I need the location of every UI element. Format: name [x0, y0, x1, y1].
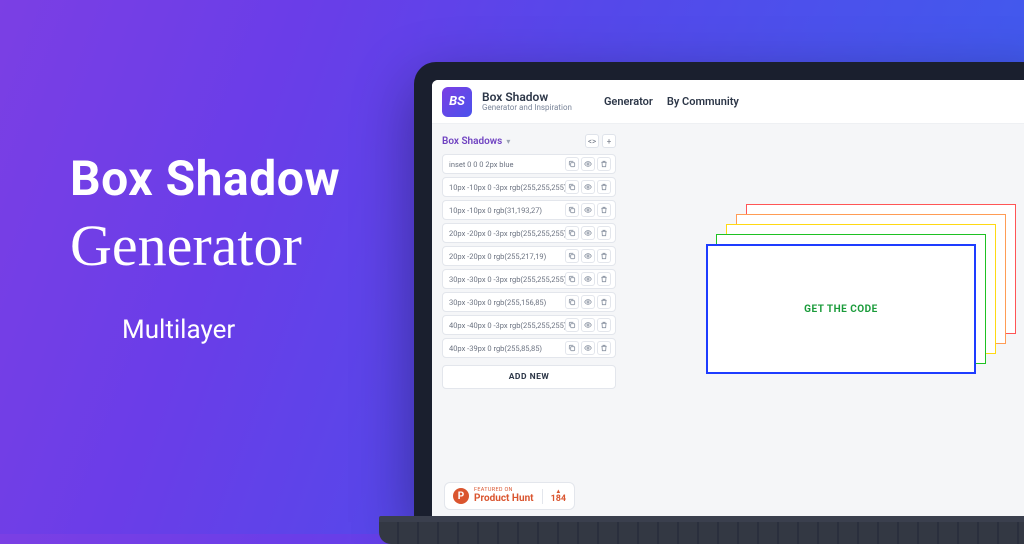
- shadow-value: 40px -40px 0 -3px rgb(255,255,255): [449, 321, 565, 330]
- copy-icon[interactable]: [565, 157, 579, 171]
- shadow-row[interactable]: 30px -30px 0 -3px rgb(255,255,255): [442, 269, 616, 289]
- eye-icon[interactable]: [581, 180, 595, 194]
- trash-icon[interactable]: [597, 203, 611, 217]
- eye-icon[interactable]: [581, 249, 595, 263]
- laptop-keyboard: [379, 522, 1024, 544]
- add-layer-button[interactable]: +: [602, 134, 616, 148]
- shadow-row[interactable]: 10px -10px 0 rgb(31,193,27): [442, 200, 616, 220]
- nav-generator[interactable]: Generator: [604, 95, 653, 108]
- code-button[interactable]: <>: [585, 134, 599, 148]
- shadow-row[interactable]: 20px -20px 0 -3px rgb(255,255,255): [442, 223, 616, 243]
- hero-title-line1: Box Shadow: [70, 150, 340, 207]
- add-new-button[interactable]: ADD NEW: [442, 365, 616, 389]
- copy-icon[interactable]: [565, 249, 579, 263]
- trash-icon[interactable]: [597, 249, 611, 263]
- shadow-value: 30px -30px 0 -3px rgb(255,255,255): [449, 275, 565, 284]
- copy-icon[interactable]: [565, 203, 579, 217]
- shadow-row[interactable]: 40px -39px 0 rgb(255,85,85): [442, 338, 616, 358]
- hero-title-line2: Generator: [70, 217, 340, 275]
- row-actions: [565, 157, 611, 171]
- trash-icon[interactable]: [597, 180, 611, 194]
- eye-icon[interactable]: [581, 226, 595, 240]
- eye-icon[interactable]: [581, 157, 595, 171]
- trash-icon[interactable]: [597, 157, 611, 171]
- logo-text-block: Box Shadow Generator and Inspiration: [482, 91, 572, 113]
- eye-icon[interactable]: [581, 272, 595, 286]
- trash-icon[interactable]: [597, 341, 611, 355]
- preview-area: GET THE CODE: [626, 124, 1024, 522]
- copy-icon[interactable]: [565, 226, 579, 240]
- row-actions: [565, 203, 611, 217]
- copy-icon[interactable]: [565, 180, 579, 194]
- shadow-row[interactable]: inset 0 0 0 2px blue: [442, 154, 616, 174]
- ph-name: Product Hunt: [474, 494, 534, 504]
- row-actions: [565, 272, 611, 286]
- hero-title-line3: Multilayer: [122, 315, 340, 345]
- laptop-screen-frame: BS Box Shadow Generator and Inspiration …: [414, 62, 1024, 522]
- logo-badge: BS: [442, 87, 472, 117]
- row-actions: [565, 180, 611, 194]
- app-screen: BS Box Shadow Generator and Inspiration …: [432, 80, 1024, 522]
- sidebar-header: Box Shadows ▾ <> +: [442, 134, 616, 148]
- trash-icon[interactable]: [597, 272, 611, 286]
- copy-icon[interactable]: [565, 272, 579, 286]
- laptop-mockup: BS Box Shadow Generator and Inspiration …: [414, 62, 1024, 544]
- ph-votes: ▲ 184: [542, 489, 575, 504]
- trash-icon[interactable]: [597, 226, 611, 240]
- shadow-list: inset 0 0 0 2px blue 10px -10px 0 -3px rg…: [442, 154, 616, 361]
- shadow-value: 20px -20px 0 rgb(255,217,19): [449, 252, 565, 261]
- logo-subtitle: Generator and Inspiration: [482, 104, 572, 113]
- top-nav: Generator By Community: [604, 95, 739, 108]
- sidebar-header-actions: <> +: [585, 134, 616, 148]
- logo-title: Box Shadow: [482, 91, 572, 104]
- topbar: BS Box Shadow Generator and Inspiration …: [432, 80, 1024, 124]
- copy-icon[interactable]: [565, 295, 579, 309]
- eye-icon[interactable]: [581, 318, 595, 332]
- eye-icon[interactable]: [581, 295, 595, 309]
- chevron-down-icon[interactable]: ▾: [506, 137, 510, 146]
- row-actions: [565, 226, 611, 240]
- shadow-row[interactable]: 40px -40px 0 -3px rgb(255,255,255): [442, 315, 616, 335]
- eye-icon[interactable]: [581, 341, 595, 355]
- shadow-value: 20px -20px 0 -3px rgb(255,255,255): [449, 229, 565, 238]
- row-actions: [565, 341, 611, 355]
- preview-card[interactable]: GET THE CODE: [706, 244, 976, 374]
- row-actions: [565, 318, 611, 332]
- product-hunt-icon: P: [453, 488, 469, 504]
- sidebar: Box Shadows ▾ <> + inset 0 0 0 2px blue 1…: [432, 124, 626, 522]
- ph-text: FEATURED ON Product Hunt: [474, 488, 534, 504]
- shadow-value: 30px -30px 0 rgb(255,156,85): [449, 298, 565, 307]
- app-content: Box Shadows ▾ <> + inset 0 0 0 2px blue 1…: [432, 124, 1024, 522]
- hero-text: Box Shadow Generator Multilayer: [70, 150, 340, 345]
- copy-icon[interactable]: [565, 341, 579, 355]
- row-actions: [565, 249, 611, 263]
- shadow-value: inset 0 0 0 2px blue: [449, 160, 565, 169]
- row-actions: [565, 295, 611, 309]
- eye-icon[interactable]: [581, 203, 595, 217]
- shadow-row[interactable]: 30px -30px 0 rgb(255,156,85): [442, 292, 616, 312]
- trash-icon[interactable]: [597, 295, 611, 309]
- shadow-value: 40px -39px 0 rgb(255,85,85): [449, 344, 565, 353]
- shadow-row[interactable]: 20px -20px 0 rgb(255,217,19): [442, 246, 616, 266]
- shadow-value: 10px -10px 0 -3px rgb(255,255,255): [449, 183, 565, 192]
- get-code-button[interactable]: GET THE CODE: [804, 304, 878, 315]
- shadow-row[interactable]: 10px -10px 0 -3px rgb(255,255,255): [442, 177, 616, 197]
- ph-left: P FEATURED ON Product Hunt: [445, 488, 542, 504]
- product-hunt-badge[interactable]: P FEATURED ON Product Hunt ▲ 184: [444, 482, 575, 510]
- nav-community[interactable]: By Community: [667, 95, 739, 108]
- ph-vote-count: 184: [551, 495, 567, 504]
- sidebar-title: Box Shadows: [442, 136, 502, 147]
- copy-icon[interactable]: [565, 318, 579, 332]
- shadow-value: 10px -10px 0 rgb(31,193,27): [449, 206, 565, 215]
- trash-icon[interactable]: [597, 318, 611, 332]
